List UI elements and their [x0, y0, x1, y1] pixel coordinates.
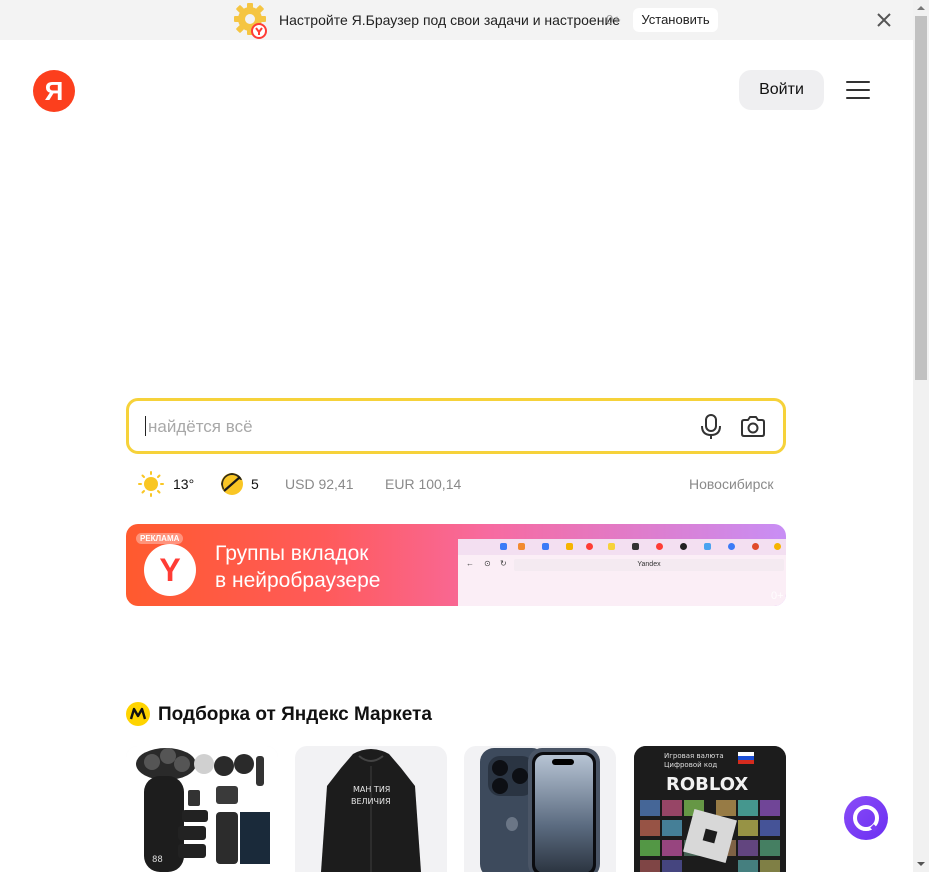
card-caption-line2: Цифровой код [664, 761, 717, 769]
yandex-logo[interactable]: Я [33, 70, 75, 112]
login-button[interactable]: Войти [739, 70, 824, 110]
card-caption-line1: Игровая валюта [664, 752, 724, 760]
traffic-indicator-icon[interactable] [220, 472, 244, 496]
market-product-card[interactable]: МАН ТИЯ ВЕЛИЧИЯ [295, 746, 447, 872]
hamburger-menu-icon[interactable] [843, 76, 873, 104]
coat-print-line1: МАН ТИЯ [353, 785, 390, 794]
scrollbar-thumb[interactable] [915, 16, 927, 380]
roblox-brand: ROBLOX [666, 774, 748, 795]
search-input[interactable] [146, 411, 670, 443]
browser-tab-strip [458, 539, 786, 555]
svg-text:88: 88 [152, 855, 163, 865]
close-icon[interactable] [874, 10, 894, 30]
reload-icon: ↻ [500, 559, 507, 568]
alice-assistant-button[interactable] [844, 796, 888, 840]
roblox-card-image: Игровая валюта Цифровой код ROBLOX [634, 746, 786, 872]
market-section-title: Подборка от Яндекс Маркета [158, 704, 432, 725]
market-product-card[interactable] [464, 746, 616, 872]
alice-icon [853, 805, 879, 832]
shield-icon: ⊙ [484, 559, 491, 568]
ad-banner[interactable]: РЕКЛАМА Y Группы вкладок в нейробраузере… [126, 524, 786, 606]
raincoat-image: МАН ТИЯ ВЕЛИЧИЯ [321, 749, 421, 872]
yandex-browser-logo-letter: Y [159, 552, 181, 588]
microphone-icon[interactable] [697, 413, 725, 441]
scroll-up-arrow-icon[interactable] [913, 0, 929, 16]
back-arrow-icon: ← [466, 559, 474, 568]
browser-address-bar: Yandex [514, 559, 784, 571]
ad-title: Группы вкладок в нейробраузере [215, 542, 381, 592]
market-product-card[interactable]: Игровая валюта Цифровой код ROBLOX [634, 746, 786, 872]
browser-promo-bar: Настройте Я.Браузер под свои задачи и на… [0, 0, 913, 40]
promo-text: Настройте Я.Браузер под свои задачи и на… [279, 12, 621, 28]
image-search-camera-icon[interactable] [738, 413, 768, 441]
scroll-down-arrow-icon[interactable] [913, 856, 929, 872]
ad-age-rating: 0+ [771, 590, 784, 602]
weather-sun-icon[interactable] [138, 471, 164, 497]
weather-temperature[interactable]: 13° [173, 476, 194, 492]
browser-settings-gear-icon [234, 3, 267, 39]
page-scrollbar[interactable] [913, 0, 929, 872]
shaver-kit-image: 88 [126, 746, 278, 872]
traffic-score[interactable]: 5 [251, 476, 259, 492]
smartphone-image [480, 748, 600, 872]
browser-preview-image: ← ⊙ ↻ Yandex [458, 539, 786, 606]
yandex-browser-logo: Y [144, 544, 196, 596]
ad-label: РЕКЛАМА [136, 533, 184, 544]
search-box[interactable] [126, 398, 786, 454]
city-name[interactable]: Новосибирск [689, 476, 774, 492]
market-product-card[interactable]: 88 [126, 746, 278, 872]
install-button[interactable]: Установить [633, 8, 718, 32]
eur-rate[interactable]: EUR 100,14 [385, 476, 461, 492]
age-rating: 0+ [606, 12, 621, 27]
coat-print-line2: ВЕЛИЧИЯ [351, 797, 391, 806]
yandex-logo-letter: Я [44, 76, 64, 106]
yandex-market-icon [126, 702, 150, 726]
usd-rate[interactable]: USD 92,41 [285, 476, 353, 492]
